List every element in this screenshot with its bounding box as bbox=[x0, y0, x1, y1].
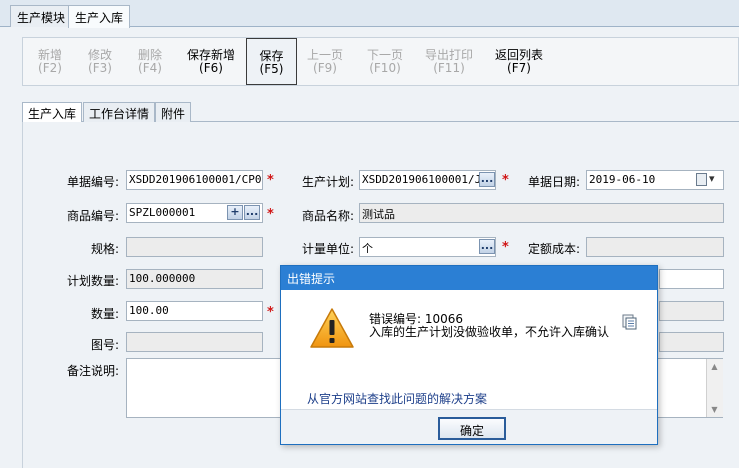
hidden-field-right[interactable] bbox=[659, 269, 724, 289]
plan-field-value: XSDD201906100001/JH0 bbox=[362, 173, 495, 186]
required-mark: * bbox=[267, 305, 274, 320]
error-message: 入库的生产计划没做验收单，不允许入库确认 bbox=[369, 325, 610, 339]
unit-ellipsis-icon[interactable]: ... bbox=[479, 239, 495, 254]
top-tab-label: 生产模块 bbox=[17, 11, 66, 25]
export-print-button[interactable]: 导出打印 (F11) bbox=[421, 38, 477, 85]
unit-label: 计量单位: bbox=[301, 242, 354, 256]
tab-attachment[interactable]: 附件 bbox=[155, 102, 192, 122]
delete-button[interactable]: 删除 (F4) bbox=[129, 38, 171, 85]
product-no-value: SPZL000001 bbox=[129, 206, 196, 219]
save-new-button[interactable]: 保存新增 (F6) bbox=[183, 38, 239, 85]
fixed-cost-label: 定额成本: bbox=[527, 242, 580, 256]
next-page-button[interactable]: 下一页 (F10) bbox=[363, 38, 407, 85]
doc-no-field[interactable]: XSDD201906100001/CP001 bbox=[126, 170, 263, 190]
required-mark: * bbox=[267, 173, 274, 188]
fixed-cost-field bbox=[586, 237, 724, 257]
date-dropdown-icon[interactable]: ▾ bbox=[709, 172, 715, 185]
error-dialog: 出错提示 错误编号: 10066 入库的生产计划没做验收单，不允许入库确认 从官… bbox=[280, 265, 658, 445]
top-tab-bar: 生产模块 生产入库 bbox=[0, 0, 739, 28]
tab-label: 生产入库 bbox=[28, 107, 77, 121]
plan-label: 生产计划: bbox=[301, 175, 354, 189]
spec-field bbox=[126, 237, 263, 257]
new-button-key: (F2) bbox=[38, 61, 62, 75]
plan-field[interactable]: XSDD201906100001/JH0 bbox=[359, 170, 496, 190]
edit-button[interactable]: 修改 (F3) bbox=[79, 38, 121, 85]
unit-value: 个 bbox=[362, 242, 373, 255]
dialog-footer: 确定 bbox=[281, 409, 657, 444]
hidden-field-right-3 bbox=[659, 332, 724, 352]
plan-ellipsis-icon[interactable]: ... bbox=[479, 172, 495, 187]
ok-button[interactable]: 确定 bbox=[438, 417, 506, 440]
doc-no-label: 单据编号: bbox=[66, 175, 119, 189]
plan-qty-field: 100.000000 bbox=[126, 269, 263, 289]
back-to-list-button[interactable]: 返回列表 (F7) bbox=[491, 38, 547, 85]
required-mark: * bbox=[267, 207, 274, 222]
tab-label: 附件 bbox=[161, 107, 186, 121]
copy-icon[interactable] bbox=[621, 314, 637, 330]
doc-date-value: 2019-06-10 bbox=[589, 173, 656, 186]
remark-scrollbar[interactable]: ▲ ▼ bbox=[706, 359, 723, 417]
next-page-button-key: (F10) bbox=[369, 61, 401, 75]
tab-label: 工作台详情 bbox=[89, 107, 150, 121]
unit-field[interactable]: 个 bbox=[359, 237, 496, 257]
top-tab-label: 生产入库 bbox=[75, 11, 124, 25]
qty-field[interactable]: 100.00 bbox=[126, 301, 263, 321]
top-tab-production-module[interactable]: 生产模块 bbox=[10, 5, 73, 27]
hidden-field-right-2 bbox=[659, 301, 724, 321]
detail-tabs: 生产入库 工作台详情 附件 bbox=[22, 102, 739, 123]
plan-qty-label: 计划数量: bbox=[66, 274, 119, 288]
prev-page-button-key: (F9) bbox=[313, 61, 337, 75]
product-ellipsis-icon[interactable]: ... bbox=[244, 205, 260, 220]
save-new-button-key: (F6) bbox=[199, 61, 223, 75]
warning-icon bbox=[310, 308, 354, 348]
spec-label: 规格: bbox=[90, 242, 119, 256]
doc-date-label: 单据日期: bbox=[527, 175, 580, 189]
back-to-list-button-key: (F7) bbox=[507, 61, 531, 75]
toolbar: 新增 (F2) 修改 (F3) 删除 (F4) 保存新增 (F6) 保存 (F5… bbox=[22, 37, 739, 86]
error-text: 错误编号: 10066 入库的生产计划没做验收单，不允许入库确认 bbox=[369, 313, 609, 339]
help-link[interactable]: 从官方网站查找此问题的解决方案 bbox=[307, 390, 487, 407]
top-tab-production-stockin[interactable]: 生产入库 bbox=[68, 5, 131, 28]
dialog-title[interactable]: 出错提示 bbox=[281, 266, 657, 290]
tab-workbench-detail[interactable]: 工作台详情 bbox=[83, 102, 156, 122]
scroll-up-icon[interactable]: ▲ bbox=[707, 359, 722, 374]
tab-production-stockin[interactable]: 生产入库 bbox=[22, 102, 83, 123]
product-no-label: 商品编号: bbox=[66, 209, 119, 223]
export-print-button-key: (F11) bbox=[433, 61, 465, 75]
save-button-key: (F5) bbox=[259, 62, 284, 76]
delete-button-key: (F4) bbox=[138, 61, 162, 75]
prev-page-button[interactable]: 上一页 (F9) bbox=[303, 38, 347, 85]
remark-label: 备注说明: bbox=[66, 364, 119, 378]
new-button[interactable]: 新增 (F2) bbox=[29, 38, 71, 85]
save-button[interactable]: 保存 (F5) bbox=[246, 38, 297, 85]
product-name-label: 商品名称: bbox=[301, 209, 354, 223]
qty-label: 数量: bbox=[90, 307, 119, 321]
product-name-field: 测试品 bbox=[359, 203, 724, 223]
drawing-no-field bbox=[126, 332, 263, 352]
scroll-down-icon[interactable]: ▼ bbox=[707, 402, 722, 417]
calendar-icon[interactable] bbox=[696, 173, 707, 186]
drawing-no-label: 图号: bbox=[90, 338, 119, 352]
plus-icon[interactable]: + bbox=[227, 205, 243, 220]
edit-button-key: (F3) bbox=[88, 61, 112, 75]
dialog-body: 错误编号: 10066 入库的生产计划没做验收单，不允许入库确认 从官方网站查找… bbox=[281, 290, 657, 409]
